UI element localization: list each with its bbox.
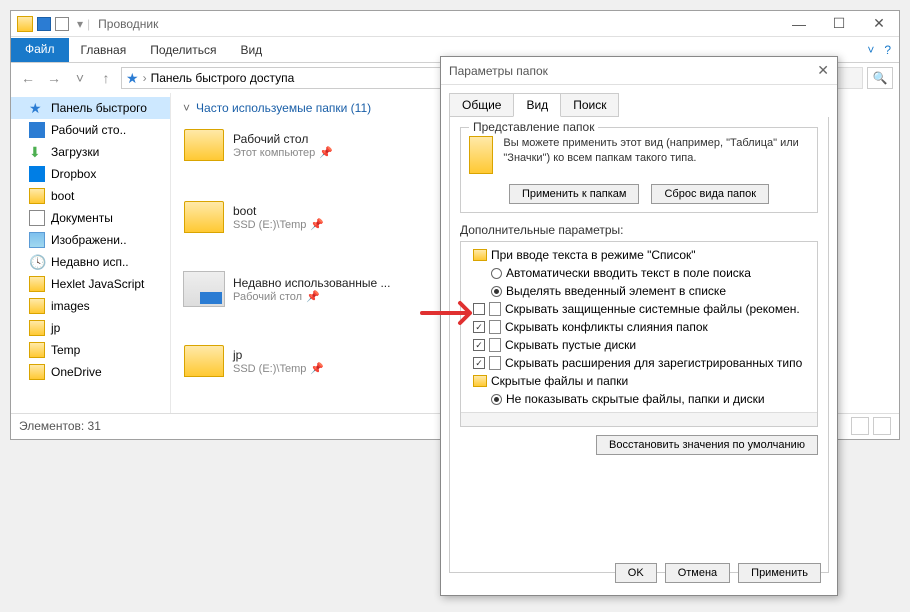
tab-general[interactable]: Общие bbox=[449, 93, 514, 117]
tree-item[interactable]: Скрытые файлы и папки bbox=[465, 372, 813, 390]
back-button[interactable]: ← bbox=[17, 67, 39, 89]
tree-item[interactable]: Выделять введенный элемент в списке bbox=[465, 282, 813, 300]
sidebar-item[interactable]: ⬇Загрузки bbox=[11, 141, 170, 163]
checkbox[interactable]: ✓ bbox=[473, 357, 485, 369]
apply-button[interactable]: Применить bbox=[738, 563, 821, 583]
ribbon-expand[interactable]: ˅ ? bbox=[867, 43, 899, 57]
sidebar-item[interactable]: images bbox=[11, 295, 170, 317]
tree-item[interactable]: При вводе текста в режиме "Список" bbox=[465, 246, 813, 264]
tree-item[interactable]: Не показывать скрытые файлы, папки и дис… bbox=[465, 390, 813, 408]
dialog-close-button[interactable]: ✕ bbox=[817, 62, 829, 79]
ribbon-tab-view[interactable]: Вид bbox=[228, 39, 274, 61]
sidebar-item[interactable]: ★Панель быстрого bbox=[11, 97, 170, 119]
sidebar-item[interactable]: Dropbox bbox=[11, 163, 170, 185]
ribbon-tab-share[interactable]: Поделиться bbox=[138, 39, 228, 61]
breadcrumb-sep: › bbox=[143, 71, 147, 85]
advanced-tree[interactable]: При вводе текста в режиме "Список"Автома… bbox=[460, 241, 818, 427]
folder-icon bbox=[183, 340, 225, 382]
reset-folders-button[interactable]: Сброс вида папок bbox=[651, 184, 769, 204]
tab-view[interactable]: Вид bbox=[513, 93, 561, 117]
ribbon-tab-home[interactable]: Главная bbox=[69, 39, 139, 61]
folder-icon bbox=[473, 249, 487, 261]
search-icon[interactable]: 🔍 bbox=[867, 67, 893, 89]
star-icon: ★ bbox=[126, 70, 139, 87]
window-title: Проводник bbox=[98, 17, 158, 31]
restore-defaults-button[interactable]: Восстановить значения по умолчанию bbox=[596, 435, 818, 455]
tree-item[interactable]: Автоматически вводить текст в поле поиск… bbox=[465, 264, 813, 282]
folder-views-group: Представление папок Вы можете применить … bbox=[460, 127, 818, 213]
sidebar-item[interactable]: Рабочий сто.. bbox=[11, 119, 170, 141]
sidebar-item[interactable]: 🕓Недавно исп.. bbox=[11, 251, 170, 273]
checkbox[interactable]: ✓ bbox=[473, 339, 485, 351]
folder-views-text: Вы можете применить этот вид (например, … bbox=[503, 136, 809, 167]
radio[interactable] bbox=[491, 286, 502, 297]
folder-icon bbox=[183, 196, 225, 238]
folder-icon bbox=[183, 124, 225, 166]
group-title: Часто используемые папки (11) bbox=[196, 101, 371, 115]
chevron-down-icon: ˅ bbox=[183, 101, 190, 115]
horizontal-scrollbar[interactable] bbox=[461, 412, 817, 426]
view-details-button[interactable] bbox=[851, 417, 869, 435]
ok-button[interactable]: OK bbox=[615, 563, 657, 583]
folder-icon bbox=[473, 375, 487, 387]
file-icon bbox=[489, 302, 501, 316]
tree-item[interactable]: ✓Скрывать конфликты слияния папок bbox=[465, 318, 813, 336]
minimize-button[interactable]: — bbox=[779, 11, 819, 37]
sidebar: ★Панель быстрогоРабочий сто..⬇ЗагрузкиDr… bbox=[11, 93, 171, 413]
tree-item[interactable]: ✓Скрывать расширения для зарегистрирован… bbox=[465, 354, 813, 372]
folder-views-legend: Представление папок bbox=[469, 120, 598, 134]
dialog-title: Параметры папок bbox=[449, 64, 548, 78]
titlebar: ▾ | Проводник — ☐ ✕ bbox=[11, 11, 899, 37]
dialog-tabs: Общие Вид Поиск bbox=[449, 93, 829, 117]
sidebar-item[interactable]: OneDrive bbox=[11, 361, 170, 383]
cancel-button[interactable]: Отмена bbox=[665, 563, 730, 583]
forward-button[interactable]: → bbox=[43, 67, 65, 89]
radio[interactable] bbox=[491, 394, 502, 405]
radio[interactable] bbox=[491, 268, 502, 279]
qat-button1[interactable] bbox=[37, 17, 51, 31]
qat-button2[interactable] bbox=[55, 17, 69, 31]
dialog-titlebar: Параметры папок ✕ bbox=[441, 57, 837, 85]
titlebar-sep: | bbox=[87, 17, 90, 31]
maximize-button[interactable]: ☐ bbox=[819, 11, 859, 37]
file-icon bbox=[489, 356, 501, 370]
history-button[interactable]: ˅ bbox=[69, 67, 91, 89]
callout-arrow bbox=[420, 296, 490, 333]
close-button[interactable]: ✕ bbox=[859, 11, 899, 37]
tab-search[interactable]: Поиск bbox=[560, 93, 619, 117]
sidebar-item[interactable]: Изображени.. bbox=[11, 229, 170, 251]
sidebar-item[interactable]: Hexlet JavaScript bbox=[11, 273, 170, 295]
view-large-button[interactable] bbox=[873, 417, 891, 435]
address-text: Панель быстрого доступа bbox=[151, 71, 295, 85]
up-button[interactable]: ↑ bbox=[95, 67, 117, 89]
sidebar-item[interactable]: boot bbox=[11, 185, 170, 207]
folder-icon bbox=[183, 268, 225, 310]
sidebar-item[interactable]: Документы bbox=[11, 207, 170, 229]
qat-overflow[interactable]: ▾ bbox=[77, 17, 83, 31]
folder-options-dialog: Параметры папок ✕ Общие Вид Поиск Предст… bbox=[440, 56, 838, 596]
file-icon bbox=[489, 320, 501, 334]
folder-icon bbox=[469, 136, 493, 174]
sidebar-item[interactable]: Temp bbox=[11, 339, 170, 361]
dialog-pane: Представление папок Вы можете применить … bbox=[449, 117, 829, 573]
file-icon bbox=[489, 338, 501, 352]
status-text: Элементов: 31 bbox=[19, 419, 101, 433]
ribbon-file-tab[interactable]: Файл bbox=[11, 38, 69, 62]
sidebar-item[interactable]: jp bbox=[11, 317, 170, 339]
folder-icon bbox=[17, 16, 33, 32]
tree-item[interactable]: Скрывать защищенные системные файлы (рек… bbox=[465, 300, 813, 318]
tree-item[interactable]: ✓Скрывать пустые диски bbox=[465, 336, 813, 354]
address-bar[interactable]: ★ › Панель быстрого доступа bbox=[121, 67, 488, 89]
apply-to-folders-button[interactable]: Применить к папкам bbox=[509, 184, 640, 204]
advanced-label: Дополнительные параметры: bbox=[460, 223, 818, 237]
